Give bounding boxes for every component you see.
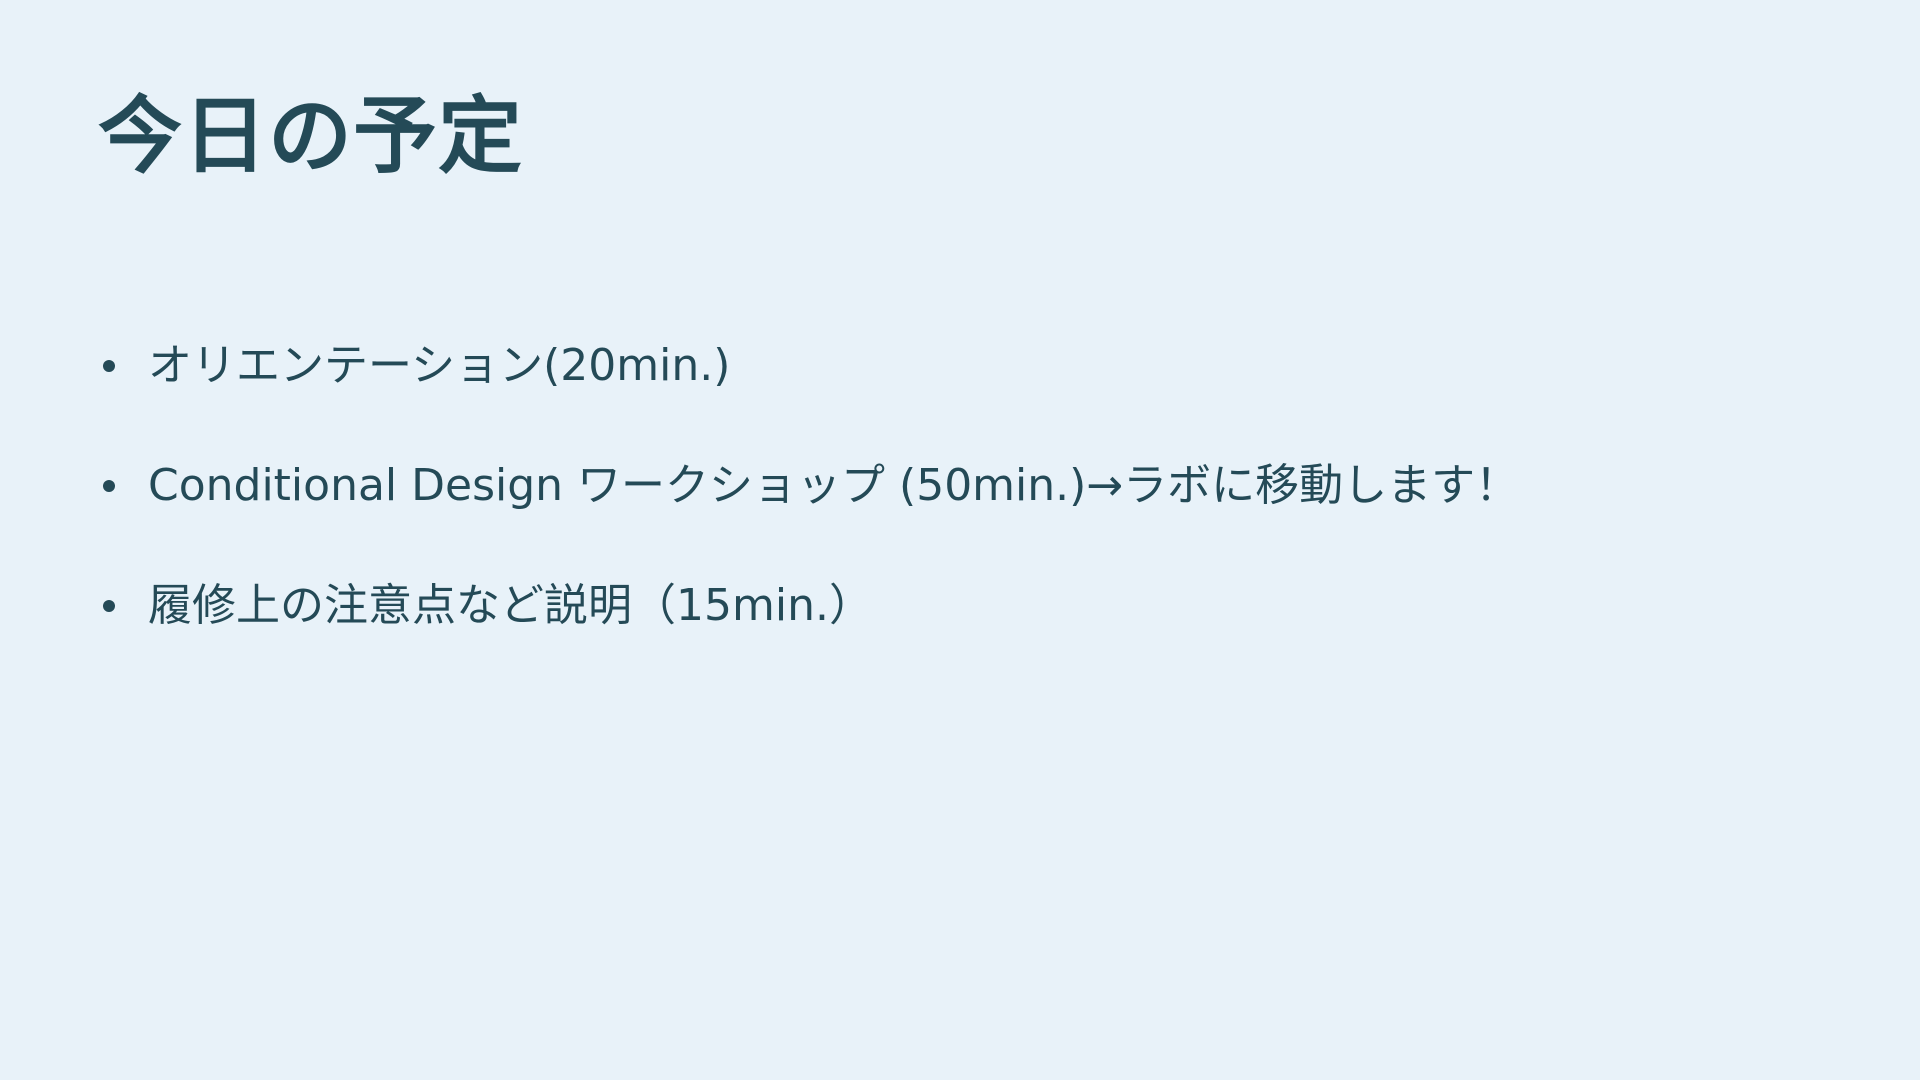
slide: 今日の予定 オリエンテーション(20min.) Conditional Desi…	[0, 0, 1920, 1080]
slide-title: 今日の予定	[98, 87, 524, 185]
agenda-item-text: Conditional Design ワークショップ (50min.)→ラボに移…	[148, 460, 1520, 511]
agenda-item-workshop: Conditional Design ワークショップ (50min.)→ラボに移…	[98, 458, 1519, 578]
agenda-item-orientation: オリエンテーション(20min.)	[98, 338, 1519, 458]
agenda-item-guidance: 履修上の注意点など説明（15min.）	[98, 578, 1519, 698]
bullet-dot-icon	[103, 360, 115, 372]
agenda-item-text: 履修上の注意点など説明（15min.）	[148, 580, 873, 631]
bullet-dot-icon	[103, 600, 115, 612]
bullet-dot-icon	[103, 480, 115, 492]
agenda-item-text: オリエンテーション(20min.)	[148, 340, 731, 391]
agenda-list: オリエンテーション(20min.) Conditional Design ワーク…	[98, 338, 1519, 698]
